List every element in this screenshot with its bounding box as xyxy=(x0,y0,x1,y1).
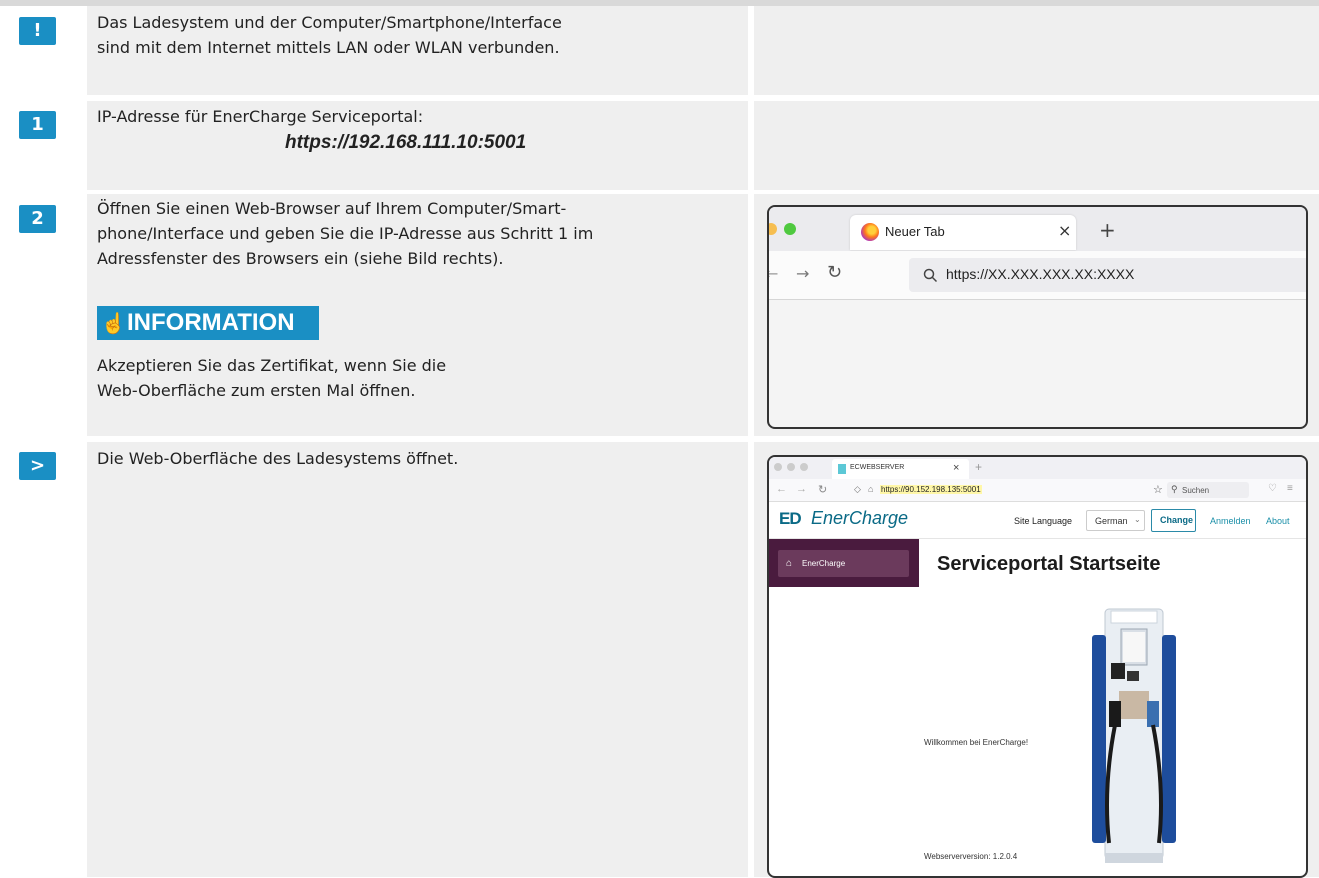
row-text-cell xyxy=(87,442,748,877)
result-badge: > xyxy=(19,452,56,480)
chevron-down-icon: ⌄ xyxy=(1134,515,1141,524)
minimize-dot-icon[interactable] xyxy=(787,463,795,471)
text-line: sind mit dem Internet mittels LAN oder W… xyxy=(97,38,560,57)
language-select[interactable]: German ⌄ xyxy=(1086,510,1145,531)
tab-label: Neuer Tab xyxy=(885,224,945,239)
text-line: Web-Oberfläche zum ersten Mal öffnen. xyxy=(97,381,416,400)
browser-nav-bar: ← → ↻ https://XX.XXX.XXX.XX:XXXX xyxy=(769,251,1306,300)
about-link[interactable]: About xyxy=(1266,516,1290,526)
url-text: https://XX.XXX.XXX.XX:XXXX xyxy=(946,266,1135,282)
step-badge-1: 1 xyxy=(19,111,56,139)
pocket-icon[interactable]: ♡ xyxy=(1268,483,1277,494)
url-text[interactable]: https://90.152.198.135:5001 xyxy=(880,485,982,494)
sidebar: ⌂ EnerCharge xyxy=(769,539,919,587)
bookmark-star-icon[interactable]: ☆ xyxy=(1153,483,1163,496)
language-value: German xyxy=(1095,516,1128,526)
lock-icon: ⌂ xyxy=(868,484,874,494)
home-icon: ⌂ xyxy=(786,558,793,569)
search-placeholder: Suchen xyxy=(1182,486,1210,495)
maximize-dot-icon[interactable] xyxy=(800,463,808,471)
text-line: phone/Interface und geben Sie die IP-Adr… xyxy=(97,224,594,243)
minimize-dot-icon[interactable] xyxy=(769,223,777,235)
pointing-hand-icon: ☝ xyxy=(101,313,126,335)
back-arrow-icon[interactable]: ← xyxy=(769,264,778,283)
browser-tab-bar: Neuer Tab × + xyxy=(769,207,1306,251)
tab-label: ECWEBSERVER xyxy=(850,464,905,471)
forward-arrow-icon[interactable]: → xyxy=(796,483,807,495)
version-text: Webserverversion: 1.2.0.4 xyxy=(924,852,1018,861)
step-text: Die Web-Oberfläche des Ladesystems öffne… xyxy=(97,449,459,468)
search-field[interactable]: ⚲ Suchen xyxy=(1167,482,1249,498)
text-line: Öffnen Sie einen Web-Browser auf Ihrem C… xyxy=(97,199,567,218)
row-image-cell xyxy=(754,6,1319,95)
menu-icon[interactable]: ≡ xyxy=(1287,483,1293,494)
reload-icon[interactable]: ↻ xyxy=(818,483,827,496)
browser-window-serviceportal: ECWEBSERVER × + ← → ↻ ◇ ⌂ https://90.152… xyxy=(767,455,1308,878)
close-dot-icon[interactable] xyxy=(774,463,782,471)
browser-tab[interactable]: ECWEBSERVER × xyxy=(832,459,969,479)
enercharge-logo-mark: ED xyxy=(779,509,802,528)
close-tab-icon[interactable]: × xyxy=(1058,221,1071,240)
sidebar-item-enercharge[interactable]: ⌂ EnerCharge xyxy=(778,550,909,577)
search-icon: ⚲ xyxy=(1171,484,1178,494)
step-text: Öffnen Sie einen Web-Browser auf Ihrem C… xyxy=(97,196,737,271)
search-icon xyxy=(923,268,938,283)
new-tab-icon[interactable]: + xyxy=(975,460,982,474)
site-language-label: Site Language xyxy=(1014,516,1073,526)
close-tab-icon[interactable]: × xyxy=(953,462,959,474)
browser-window-new-tab: Neuer Tab × + ← → ↻ https://XX.XXX.XXX.X… xyxy=(767,205,1308,429)
text-line: Das Ladesystem und der Computer/Smartpho… xyxy=(97,13,562,32)
maximize-dot-icon[interactable] xyxy=(784,223,796,235)
url-bar[interactable]: https://XX.XXX.XXX.XX:XXXX xyxy=(909,258,1306,292)
brand-name[interactable]: EnerCharge xyxy=(811,508,908,529)
sidebar-item-label: EnerCharge xyxy=(802,559,846,568)
change-button[interactable]: Change xyxy=(1151,509,1196,532)
information-text: Akzeptieren Sie das Zertifikat, wenn Sie… xyxy=(97,353,737,403)
row-image-cell xyxy=(754,101,1319,190)
welcome-text: Willkommen bei EnerCharge! xyxy=(924,738,1029,747)
new-tab-icon[interactable]: + xyxy=(1099,218,1116,242)
text-line: Akzeptieren Sie das Zertifikat, wenn Sie… xyxy=(97,356,447,375)
back-arrow-icon[interactable]: ← xyxy=(776,483,787,495)
forward-arrow-icon[interactable]: → xyxy=(796,264,809,283)
warning-badge: ! xyxy=(19,17,56,45)
change-button-label: Change xyxy=(1160,515,1194,525)
shield-icon: ◇ xyxy=(854,484,861,494)
site-header: ED EnerCharge Site Language German ⌄ Cha… xyxy=(769,502,1306,539)
information-label: ☝INFORMATION xyxy=(97,306,319,340)
step-badge-2: 2 xyxy=(19,205,56,233)
browser-nav-bar: ← → ↻ ◇ ⌂ https://90.152.198.135:5001 ☆ … xyxy=(769,479,1306,502)
step-text: Das Ladesystem und der Computer/Smartpho… xyxy=(97,10,737,60)
reload-icon[interactable]: ↻ xyxy=(827,262,842,283)
site-favicon-icon xyxy=(838,464,846,474)
firefox-icon xyxy=(861,223,879,241)
charging-station-image xyxy=(1092,608,1176,863)
ip-address: https://192.168.111.10:5001 xyxy=(285,132,527,153)
information-title: INFORMATION xyxy=(127,309,295,336)
page-title: Serviceportal Startseite xyxy=(937,553,1161,575)
browser-tab[interactable]: Neuer Tab × xyxy=(850,215,1076,250)
browser-tab-bar: ECWEBSERVER × + xyxy=(769,457,1306,479)
step-text: IP-Adresse für EnerCharge Serviceportal: xyxy=(97,107,424,126)
login-link[interactable]: Anmelden xyxy=(1210,516,1251,526)
text-line: Adressfenster des Browsers ein (siehe Bi… xyxy=(97,249,504,268)
